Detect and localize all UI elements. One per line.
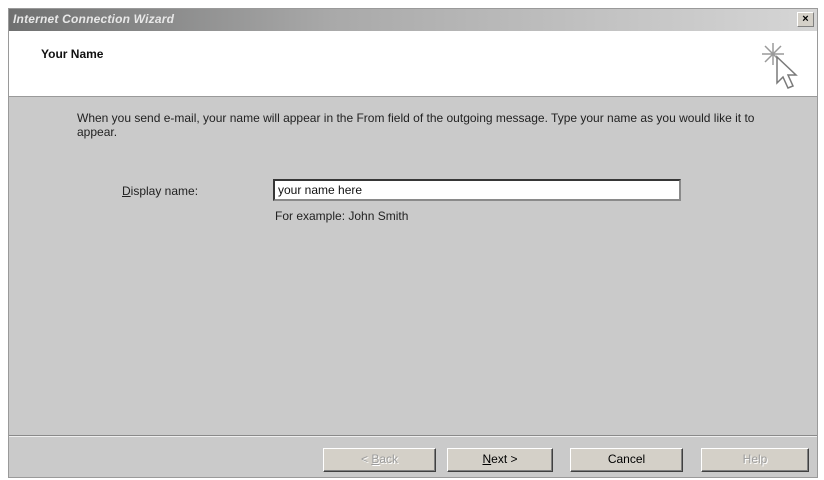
back-button[interactable]: < Back — [323, 448, 436, 472]
description-text: When you send e-mail, your name will app… — [77, 111, 755, 139]
next-button[interactable]: Next > — [447, 448, 553, 472]
help-button[interactable]: Help — [701, 448, 809, 472]
example-hint: For example: John Smith — [275, 209, 409, 223]
cancel-button[interactable]: Cancel — [570, 448, 683, 472]
display-name-label-rest: isplay name: — [130, 184, 199, 198]
close-button[interactable]: × — [797, 12, 814, 27]
next-label-rest: ext > — [491, 452, 518, 466]
button-divider — [9, 435, 817, 437]
back-label-rest: ack — [379, 452, 399, 466]
close-icon: × — [802, 13, 809, 25]
page-title: Your Name — [41, 47, 104, 61]
back-prefix: < — [360, 452, 372, 466]
wizard-window: Internet Connection Wizard × Your Name W… — [8, 8, 818, 478]
wizard-cursor-sparkle-icon — [762, 43, 798, 89]
wizard-header: Your Name — [9, 31, 817, 97]
display-name-label-accelerator: D — [122, 184, 131, 198]
window-title: Internet Connection Wizard — [13, 12, 175, 26]
next-accelerator: N — [482, 452, 492, 466]
title-bar[interactable]: Internet Connection Wizard × — [9, 9, 817, 31]
display-name-label: Display name: — [122, 184, 198, 198]
display-name-input[interactable] — [273, 179, 681, 201]
